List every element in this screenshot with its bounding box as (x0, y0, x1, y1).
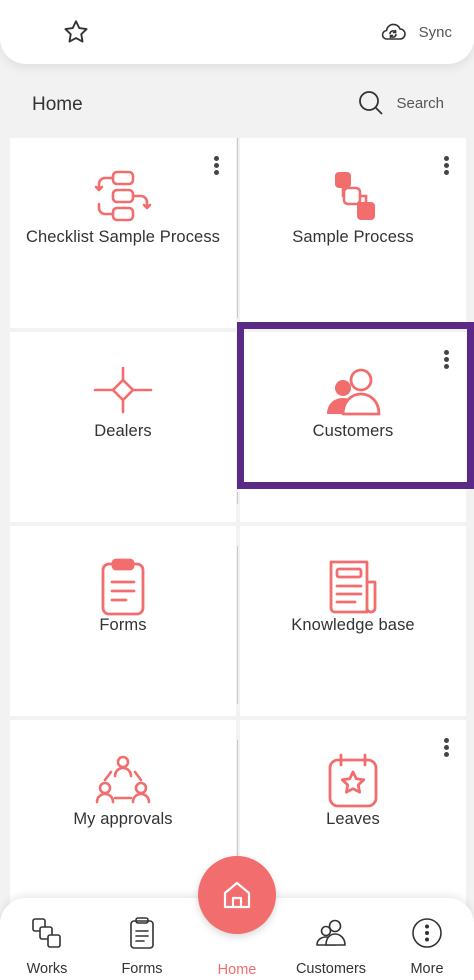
search-icon (359, 91, 383, 115)
nav-customers[interactable]: Customers (286, 916, 376, 977)
tile-label: Leaves (326, 810, 380, 828)
tile-label: Checklist Sample Process (25, 228, 221, 246)
tile-label: My approvals (73, 810, 173, 828)
home-icon (223, 881, 251, 909)
tile-menu-button[interactable] (442, 156, 450, 178)
sample-process-icon (335, 172, 375, 220)
customers-icon (316, 919, 346, 946)
tile-label: Forms (99, 616, 147, 634)
favorite-star-button[interactable] (62, 18, 90, 46)
column-divider (237, 492, 238, 504)
customers-highlight-frame (237, 322, 474, 489)
nav-label: Forms (121, 961, 163, 977)
column-divider (237, 138, 238, 318)
tile-sample-process[interactable]: Sample Process (240, 138, 466, 328)
nav-label: Works (26, 961, 68, 977)
tile-dealers[interactable]: Dealers (10, 332, 236, 522)
page-header: Home Search (0, 80, 474, 130)
newspaper-icon (329, 560, 377, 614)
top-bar: Sync (0, 0, 474, 64)
column-divider (237, 546, 238, 704)
tile-label: Sample Process (292, 228, 414, 246)
process-flow-icon (94, 170, 152, 222)
cloud-sync-icon (381, 23, 406, 40)
tile-label: Knowledge base (291, 616, 415, 634)
nav-label: Customers (295, 961, 367, 977)
tile-checklist-sample-process[interactable]: Checklist Sample Process (10, 138, 236, 328)
tile-menu-button[interactable] (442, 738, 450, 760)
clipboard-icon (101, 558, 145, 616)
search-button[interactable]: Search (358, 90, 444, 116)
diamond-network-icon (93, 366, 153, 414)
approvals-icon (95, 755, 151, 804)
tile-label: Dealers (94, 422, 152, 440)
search-label: Search (396, 94, 444, 112)
tile-knowledge-base[interactable]: Knowledge base (240, 526, 466, 716)
star-icon (64, 20, 88, 43)
nav-forms[interactable]: Forms (97, 916, 187, 977)
sync-button[interactable]: Sync (379, 18, 452, 46)
nav-label: Home (217, 962, 257, 978)
tile-forms[interactable]: Forms (10, 526, 236, 716)
tile-menu-button[interactable] (212, 156, 220, 178)
home-fab-button[interactable] (198, 856, 276, 934)
clipboard-icon (130, 917, 154, 949)
calendar-star-icon (328, 753, 378, 808)
nav-label: More (410, 961, 444, 977)
works-icon (32, 918, 61, 948)
more-icon (412, 918, 442, 948)
sync-label: Sync (418, 23, 452, 41)
page-title: Home (32, 94, 83, 115)
nav-works[interactable]: Works (2, 916, 92, 977)
nav-more[interactable]: More (382, 916, 472, 977)
